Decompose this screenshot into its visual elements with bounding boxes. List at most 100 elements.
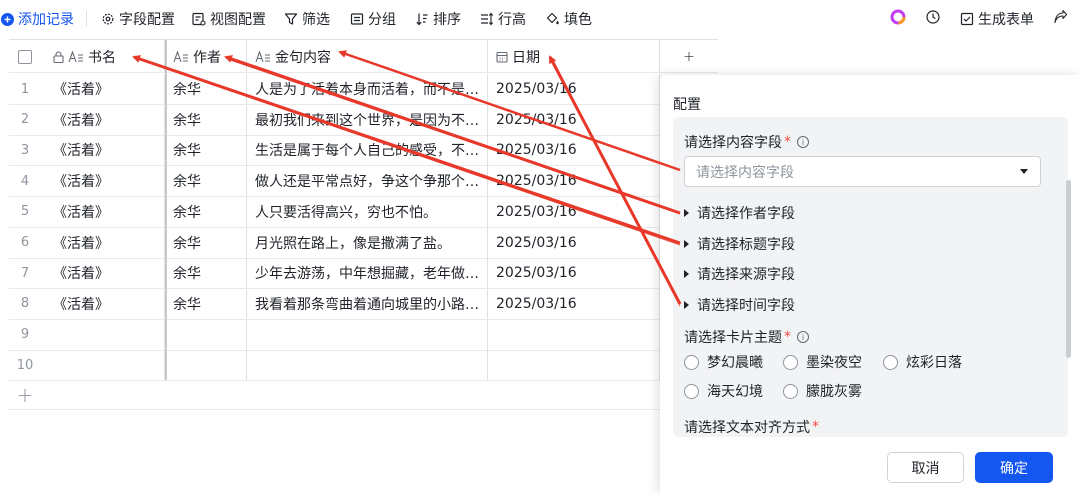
date-cell[interactable]	[488, 319, 660, 350]
quote-cell[interactable]: 人是为了活着本身而活着，而不是…	[247, 74, 488, 104]
book-cell[interactable]: 《活着》	[41, 166, 165, 197]
quote-cell[interactable]: 最初我们来到这个世界，是因为不…	[247, 104, 488, 135]
content-field-placeholder: 请选择内容字段	[696, 164, 794, 181]
book-cell[interactable]: 《活着》	[41, 135, 165, 166]
table-row[interactable]: 3 《活着》 余华 生活是属于每个人自己的感受，不… 2025/03/16	[9, 135, 718, 167]
table-row[interactable]: 7 《活着》 余华 少年去游荡，中年想掘藏，老年做… 2025/03/16	[9, 258, 718, 290]
theme-radio-ink-night[interactable]: 墨染夜空	[783, 352, 862, 372]
column-header-quote[interactable]: 金句内容	[247, 40, 488, 73]
lock-icon	[53, 50, 64, 63]
author-cell[interactable]: 余华	[165, 104, 247, 135]
filter-button[interactable]: 筛选	[284, 9, 330, 29]
history-icon[interactable]	[925, 9, 941, 25]
theme-radio-dreamy-dawn[interactable]: 梦幻晨曦	[684, 352, 763, 372]
table-row[interactable]: 2 《活着》 余华 最初我们来到这个世界，是因为不… 2025/03/16	[9, 104, 718, 136]
quote-cell[interactable]: 生活是属于每个人自己的感受，不…	[247, 135, 488, 166]
quote-cell[interactable]	[247, 319, 488, 350]
cancel-button[interactable]: 取消	[887, 452, 964, 483]
table-row[interactable]: 1 《活着》 余华 人是为了活着本身而活着，而不是… 2025/03/16	[9, 74, 718, 105]
date-cell[interactable]	[488, 350, 660, 381]
theme-radio-misty-grey[interactable]: 朦胧灰雾	[783, 381, 862, 401]
sort-icon	[415, 12, 429, 26]
info-icon[interactable]: i	[797, 331, 809, 343]
date-cell[interactable]: 2025/03/16	[488, 258, 660, 289]
panel-scrollbar[interactable]	[1066, 180, 1071, 358]
row-index: 6	[20, 235, 30, 250]
plugin-logo-icon[interactable]	[890, 9, 906, 25]
text-field-icon	[68, 50, 84, 63]
date-cell[interactable]: 2025/03/16	[488, 196, 660, 227]
date-cell[interactable]: 2025/03/16	[488, 288, 660, 319]
theme-radio-sea-sky[interactable]: 海天幻境	[684, 381, 763, 401]
quote-cell[interactable]: 人只要活得高兴，穷也不怕。	[247, 196, 488, 227]
date-cell[interactable]: 2025/03/16	[488, 135, 660, 166]
author-cell[interactable]: 余华	[165, 74, 247, 104]
author-cell[interactable]: 余华	[165, 135, 247, 166]
table-row[interactable]: 4 《活着》 余华 做人还是平常点好，争这个争那个… 2025/03/16	[9, 166, 718, 198]
sort-button[interactable]: 排序	[415, 9, 461, 29]
table-row[interactable]: 9	[9, 319, 718, 351]
chevron-down-icon	[1020, 169, 1028, 174]
add-record-button[interactable]: 添加记录	[0, 9, 74, 29]
theme-radio-colorful-sunset[interactable]: 炫彩日落	[883, 352, 962, 372]
author-cell[interactable]: 余华	[165, 166, 247, 197]
author-cell[interactable]	[165, 350, 247, 381]
add-record-label: 添加记录	[18, 12, 74, 28]
book-cell[interactable]	[41, 319, 165, 350]
book-cell[interactable]: 《活着》	[41, 196, 165, 227]
quote-cell[interactable]: 少年去游荡，中年想掘藏，老年做…	[247, 258, 488, 289]
author-cell[interactable]: 余华	[165, 258, 247, 289]
book-cell[interactable]: 《活着》	[41, 74, 165, 104]
paint-bucket-icon	[546, 12, 560, 26]
field-config-label: 字段配置	[119, 12, 175, 28]
row-height-button[interactable]: 行高	[480, 9, 526, 29]
time-field-section[interactable]: 请选择时间字段	[684, 295, 795, 315]
add-column-button[interactable]: +	[660, 40, 718, 73]
share-icon[interactable]	[1053, 9, 1068, 24]
date-cell[interactable]: 2025/03/16	[488, 104, 660, 135]
view-config-button[interactable]: 视图配置	[192, 9, 266, 29]
table-row[interactable]: 5 《活着》 余华 人只要活得高兴，穷也不怕。 2025/03/16	[9, 196, 718, 228]
quote-cell[interactable]: 做人还是平常点好，争这个争那个…	[247, 166, 488, 197]
group-button[interactable]: 分组	[350, 9, 396, 29]
radio-circle	[883, 354, 898, 370]
group-label: 分组	[368, 12, 396, 28]
date-cell[interactable]: 2025/03/16	[488, 74, 660, 104]
book-cell[interactable]: 《活着》	[41, 104, 165, 135]
book-cell[interactable]: 《活着》	[41, 258, 165, 289]
panel-title: 配置	[673, 97, 701, 113]
title-field-section[interactable]: 请选择标题字段	[684, 234, 795, 254]
field-config-button[interactable]: 字段配置	[101, 9, 175, 29]
table-row[interactable]: 8 《活着》 余华 我看着那条弯曲着通向城里的小路… 2025/03/16	[9, 288, 718, 320]
caret-right-icon	[684, 270, 689, 278]
column-header-book[interactable]: 书名	[41, 40, 165, 73]
add-row-button[interactable]: +	[9, 381, 41, 409]
select-all-checkbox[interactable]	[9, 40, 41, 73]
date-cell[interactable]: 2025/03/16	[488, 166, 660, 197]
table-row[interactable]: 10	[9, 350, 718, 382]
theme-option-label: 墨染夜空	[806, 355, 862, 371]
generate-form-button[interactable]: 生成表单	[960, 9, 1034, 29]
source-field-section[interactable]: 请选择来源字段	[684, 264, 795, 284]
book-cell[interactable]: 《活着》	[41, 227, 165, 258]
date-cell[interactable]: 2025/03/16	[488, 227, 660, 258]
author-cell[interactable]: 余华	[165, 288, 247, 319]
info-icon[interactable]: i	[797, 136, 809, 148]
table-row[interactable]: 6 《活着》 余华 月光照在路上，像是撒满了盐。 2025/03/16	[9, 227, 718, 259]
column-header-author[interactable]: 作者	[165, 40, 247, 73]
author-cell[interactable]: 余华	[165, 196, 247, 227]
author-field-section[interactable]: 请选择作者字段	[684, 203, 795, 223]
quote-cell[interactable]	[247, 350, 488, 381]
column-header-date[interactable]: 日期	[488, 40, 660, 73]
content-field-label: 请选择内容字段 * i	[684, 132, 809, 152]
quote-cell[interactable]: 我看着那条弯曲着通向城里的小路…	[247, 288, 488, 319]
quote-cell[interactable]: 月光照在路上，像是撒满了盐。	[247, 227, 488, 258]
confirm-button[interactable]: 确定	[975, 452, 1053, 483]
content-field-select[interactable]: 请选择内容字段	[684, 156, 1041, 187]
book-cell[interactable]	[41, 350, 165, 381]
book-cell[interactable]: 《活着》	[41, 288, 165, 319]
author-cell[interactable]: 余华	[165, 227, 247, 258]
fill-color-button[interactable]: 填色	[546, 9, 592, 29]
author-cell[interactable]	[165, 319, 247, 350]
row-height-label: 行高	[498, 12, 526, 28]
